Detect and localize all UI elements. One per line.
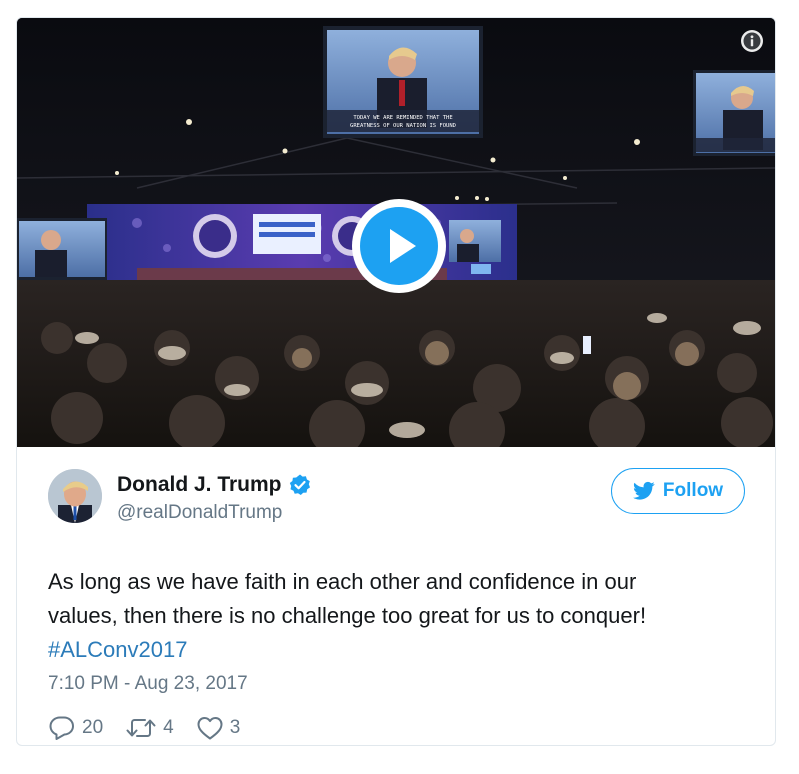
- info-icon[interactable]: [741, 30, 763, 52]
- author-name-row: Donald J. Trump: [117, 473, 312, 497]
- tweet-actions: 20 4 3: [48, 715, 262, 741]
- avatar[interactable]: [48, 469, 102, 523]
- like-count: 3: [229, 717, 241, 738]
- reply-action[interactable]: 20: [48, 715, 103, 741]
- like-action[interactable]: 3: [196, 715, 241, 741]
- tweet-text-line: values, then there is no challenge too g…: [48, 603, 647, 628]
- heart-icon: [197, 717, 223, 740]
- screen-caption-line: GREATNESS OF OUR NATION IS FOUND: [350, 123, 456, 129]
- tweet-text-line: As long as we have faith in each other a…: [48, 569, 637, 594]
- retweet-action[interactable]: 4: [125, 716, 174, 740]
- hashtag-link[interactable]: #ALConv2017: [48, 633, 738, 667]
- follow-button-label: Follow: [662, 480, 724, 501]
- play-icon: [360, 207, 438, 285]
- tweet-timestamp[interactable]: 7:10 PM - Aug 23, 2017: [48, 673, 248, 695]
- retweet-icon: [126, 719, 156, 737]
- retweet-count: 4: [163, 717, 174, 738]
- tweet-text: As long as we have faith in each other a…: [48, 565, 738, 667]
- video-thumbnail[interactable]: TODAY WE ARE REMINDED THAT THE GREATNESS…: [17, 18, 775, 447]
- author-screen-name[interactable]: @realDonaldTrump: [117, 502, 282, 524]
- author-display-name[interactable]: Donald J. Trump: [117, 473, 282, 497]
- reply-icon: [49, 716, 74, 740]
- screen-caption-line: TODAY WE ARE REMINDED THAT THE: [353, 115, 452, 121]
- follow-button[interactable]: Follow: [611, 468, 745, 514]
- tweet-card: TODAY WE ARE REMINDED THAT THE GREATNESS…: [16, 17, 776, 746]
- verified-badge-icon: [288, 473, 312, 497]
- twitter-bird-icon: [632, 481, 655, 501]
- reply-count: 20: [82, 717, 104, 738]
- play-button[interactable]: [352, 199, 446, 293]
